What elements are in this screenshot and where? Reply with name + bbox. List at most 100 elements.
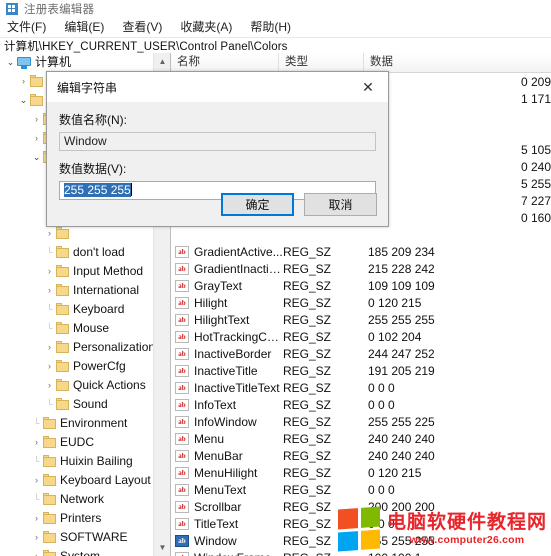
menubar: 文件(F) 编辑(E) 查看(V) 收藏夹(A) 帮助(H) [0, 17, 551, 38]
menu-item-edit[interactable]: 编辑(E) [64, 17, 113, 37]
close-icon[interactable]: ✕ [348, 72, 388, 102]
table-row[interactable]: ab InactiveBorder REG_SZ 244 247 252 [171, 345, 551, 362]
menu-item-favorites[interactable]: 收藏夹(A) [180, 17, 241, 37]
chevron-right-icon[interactable]: › [43, 262, 56, 281]
table-row[interactable]: ab HilightText REG_SZ 255 255 255 [171, 311, 551, 328]
string-value-icon: ab [175, 245, 189, 258]
tree-item[interactable]: └ Network [0, 490, 153, 509]
string-value-icon: ab [175, 364, 189, 377]
tree-scroll-down-icon[interactable]: ▼ [154, 539, 170, 556]
cell-data: 240 240 240 [368, 431, 435, 446]
cell-name: TitleText [194, 516, 239, 531]
chevron-right-icon[interactable]: › [30, 528, 43, 547]
cell-type: REG_SZ [283, 551, 368, 556]
cell-name: InactiveTitleText [194, 380, 280, 395]
tree-item[interactable]: › EUDC [0, 433, 153, 452]
chevron-right-icon[interactable]: › [30, 110, 43, 129]
chevron-right-icon[interactable]: › [43, 338, 56, 357]
tree-item[interactable]: └ Mouse [0, 319, 153, 338]
chevron-right-icon[interactable]: › [30, 471, 43, 490]
table-row[interactable]: ab HotTrackingCo... REG_SZ 0 102 204 [171, 328, 551, 345]
cell-data: 240 240 240 [368, 448, 435, 463]
cell-data: 109 109 109 [368, 278, 435, 293]
string-value-icon: ab [175, 432, 189, 445]
cell-type: REG_SZ [283, 329, 332, 344]
table-row[interactable]: ab Menu REG_SZ 240 240 240 [171, 430, 551, 447]
value-name-input[interactable]: Window [59, 132, 376, 151]
table-row[interactable]: ab GradientActive... REG_SZ 185 209 234 [171, 243, 551, 260]
tree-item[interactable]: └ don't load [0, 243, 153, 262]
tree-line-icon: └ [33, 494, 40, 504]
chevron-right-icon[interactable]: › [30, 129, 43, 148]
column-header-data[interactable]: 数据 [364, 53, 551, 72]
chevron-right-icon[interactable]: › [30, 547, 43, 556]
cell-type: REG_SZ [283, 312, 332, 327]
tree-line-icon: └ [33, 456, 40, 466]
tree-item[interactable]: › Personalization [0, 338, 153, 357]
ok-button[interactable]: 确定 [221, 193, 294, 216]
tree-item[interactable]: › SOFTWARE [0, 528, 153, 547]
column-header-name[interactable]: 名称 [171, 53, 279, 72]
cell-name: Window [194, 533, 237, 548]
cancel-button[interactable]: 取消 [304, 193, 377, 216]
chevron-down-icon[interactable]: ⌄ [17, 91, 30, 110]
folder-icon [43, 493, 56, 505]
table-row[interactable]: ab GrayText REG_SZ 109 109 109 [171, 277, 551, 294]
table-row[interactable]: ab InfoText REG_SZ 0 0 0 [171, 396, 551, 413]
tree-item-label: Mouse [73, 321, 110, 335]
table-row[interactable]: ab MenuHilight REG_SZ 0 120 215 [171, 464, 551, 481]
tree-item[interactable]: › Keyboard Layout [0, 471, 153, 490]
chevron-down-icon[interactable]: ⌄ [4, 53, 17, 72]
chevron-right-icon[interactable]: › [43, 357, 56, 376]
tree-item[interactable]: └ Huixin Bailing [0, 452, 153, 471]
window-title: 注册表编辑器 [24, 3, 95, 16]
menu-item-file[interactable]: 文件(F) [7, 17, 55, 37]
cell-type: REG_SZ [283, 278, 332, 293]
table-row[interactable]: ab GradientInactiv... REG_SZ 215 228 242 [171, 260, 551, 277]
column-header-type[interactable]: 类型 [279, 53, 364, 72]
chevron-right-icon[interactable]: › [43, 376, 56, 395]
tree-scroll-up-icon[interactable]: ▲ [154, 53, 170, 70]
menu-item-view[interactable]: 查看(V) [122, 17, 171, 37]
chevron-right-icon[interactable]: › [17, 72, 30, 91]
tree-item[interactable]: › Input Method [0, 262, 153, 281]
cell-data: 5 105 [520, 142, 551, 157]
cell-data: 0 0 0 [368, 380, 395, 395]
chevron-right-icon[interactable]: › [43, 281, 56, 300]
cell-name: GradientInactiv... [194, 261, 283, 276]
table-row[interactable]: ab MenuText REG_SZ 0 0 0 [171, 481, 551, 498]
tree-item[interactable]: › Quick Actions [0, 376, 153, 395]
folder-icon [56, 246, 69, 258]
cell-name: Menu [194, 431, 225, 446]
tree-item[interactable]: ⌄ 计算机 [0, 53, 153, 72]
tree-line-icon: └ [33, 418, 40, 428]
cell-type: REG_SZ [283, 346, 332, 361]
string-value-icon: ab [175, 517, 189, 530]
address-bar[interactable]: 计算机\HKEY_CURRENT_USER\Control Panel\Colo… [0, 38, 551, 54]
tree-item[interactable]: └ Keyboard [0, 300, 153, 319]
table-row[interactable]: ab Hilight REG_SZ 0 120 215 [171, 294, 551, 311]
table-row[interactable]: ab MenuBar REG_SZ 240 240 240 [171, 447, 551, 464]
tree-item-label: 计算机 [35, 55, 72, 69]
tree-item[interactable]: › System [0, 547, 153, 556]
tree-item[interactable]: └ Sound [0, 395, 153, 414]
tree-item[interactable]: › International [0, 281, 153, 300]
cell-type: REG_SZ [283, 414, 332, 429]
tree-item[interactable]: › PowerCfg [0, 357, 153, 376]
table-row[interactable]: ab InactiveTitle REG_SZ 191 205 219 [171, 362, 551, 379]
cell-data: 1 171 [520, 91, 551, 106]
chevron-right-icon[interactable]: › [30, 433, 43, 452]
folder-icon [56, 303, 69, 315]
table-row[interactable]: ab WindowFrameREG_SZ100 100 1 [171, 549, 551, 556]
chevron-down-icon[interactable]: ⌄ [30, 148, 43, 167]
window-titlebar: 注册表编辑器 [0, 0, 551, 17]
tree-item[interactable]: └ Environment [0, 414, 153, 433]
menu-item-help[interactable]: 帮助(H) [250, 17, 300, 37]
table-row[interactable]: ab InfoWindow REG_SZ 255 255 225 [171, 413, 551, 430]
chevron-right-icon[interactable]: › [30, 509, 43, 528]
table-row[interactable]: ab InactiveTitleText REG_SZ 0 0 0 [171, 379, 551, 396]
table-row[interactable]: ab [171, 226, 551, 243]
tree-item[interactable]: › Printers [0, 509, 153, 528]
string-value-icon: ab [175, 500, 189, 513]
folder-icon [56, 398, 69, 410]
